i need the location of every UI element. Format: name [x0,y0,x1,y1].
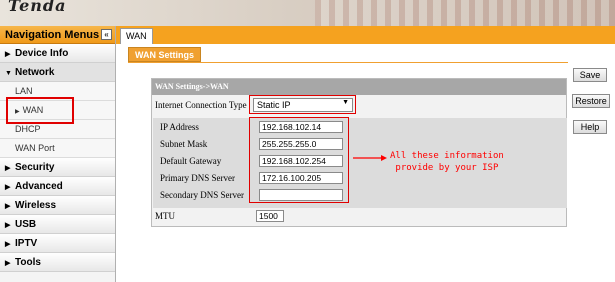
sidebar-item-iptv[interactable]: ▶ IPTV [0,234,115,253]
chevron-right-icon: ▶ [5,260,11,267]
sidebar-item-label: Network [15,67,55,78]
brand-banner: Tenda [0,0,615,26]
sidebar-item-label: Security [15,162,55,173]
sidebar-item-label: WAN Port [15,143,55,153]
sidebar-item-advanced[interactable]: ▶ Advanced [0,177,115,196]
connection-type-highlight [249,95,356,114]
sidebar-item-label: Wireless [15,200,57,211]
sidebar-item-label: Tools [15,257,41,268]
nav-header-title: Navigation Menus [5,29,100,41]
sidebar-item-label: Advanced [15,181,63,192]
arrow-right-icon [353,155,387,161]
save-button[interactable]: Save [573,68,607,82]
section-title: WAN Settings [128,47,202,62]
mtu-label: MTU [155,211,175,221]
chevron-right-icon: ▶ [5,241,11,248]
connection-type-label: Internet Connection Type [155,100,247,110]
default-gateway-label: Default Gateway [160,156,222,166]
navigation-sidebar: Navigation Menus « ▶ Device Info ▼ Network… [0,26,116,282]
nav-header: Navigation Menus « [0,26,115,44]
collapse-icon[interactable]: « [101,29,112,40]
chevron-right-icon: ▶ [5,203,11,210]
sidebar-item-device-info[interactable]: ▶ Device Info [0,44,115,63]
isp-annotation: All these information provide by your IS… [390,150,504,174]
ip-address-label: IP Address [160,122,199,132]
banner-decoration [315,0,615,26]
chevron-right-icon: ▶ [5,165,11,172]
sidebar-item-label: USB [15,219,37,230]
help-button[interactable]: Help [573,120,607,134]
chevron-right-icon: ▶ [5,51,11,58]
sidebar-item-label: DHCP [15,124,41,134]
sidebar-item-label: IPTV [15,238,38,249]
primary-dns-label: Primary DNS Server [160,173,235,183]
restore-button[interactable]: Restore [572,94,610,108]
top-tab-bar: WAN [116,26,615,44]
sidebar-item-usb[interactable]: ▶ USB [0,215,115,234]
annotation-line-1: All these information [390,151,504,161]
annotation-line-2: provide by your ISP [395,163,499,173]
tab-wan[interactable]: WAN [120,28,153,44]
ip-fields-highlight [249,117,349,203]
chevron-right-icon: ▶ [5,222,11,229]
panel-header: WAN Settings->WAN [152,79,566,95]
wan-highlight-box [6,97,74,124]
sidebar-item-label: Device Info [15,48,69,59]
subnet-mask-label: Subnet Mask [160,139,208,149]
sidebar-item-security[interactable]: ▶ Security [0,158,115,177]
mtu-field[interactable]: 1500 [256,210,284,222]
tenda-logo: Tenda [8,0,67,15]
sidebar-item-network[interactable]: ▼ Network [0,63,115,82]
secondary-dns-label: Secondary DNS Server [160,190,244,200]
section-divider [128,62,568,63]
sidebar-item-label: LAN [15,86,33,96]
sidebar-item-tools[interactable]: ▶ Tools [0,253,115,272]
sidebar-item-wan-port[interactable]: WAN Port [0,139,115,158]
chevron-right-icon: ▶ [5,184,11,191]
chevron-down-icon: ▼ [5,70,12,77]
sidebar-item-wireless[interactable]: ▶ Wireless [0,196,115,215]
